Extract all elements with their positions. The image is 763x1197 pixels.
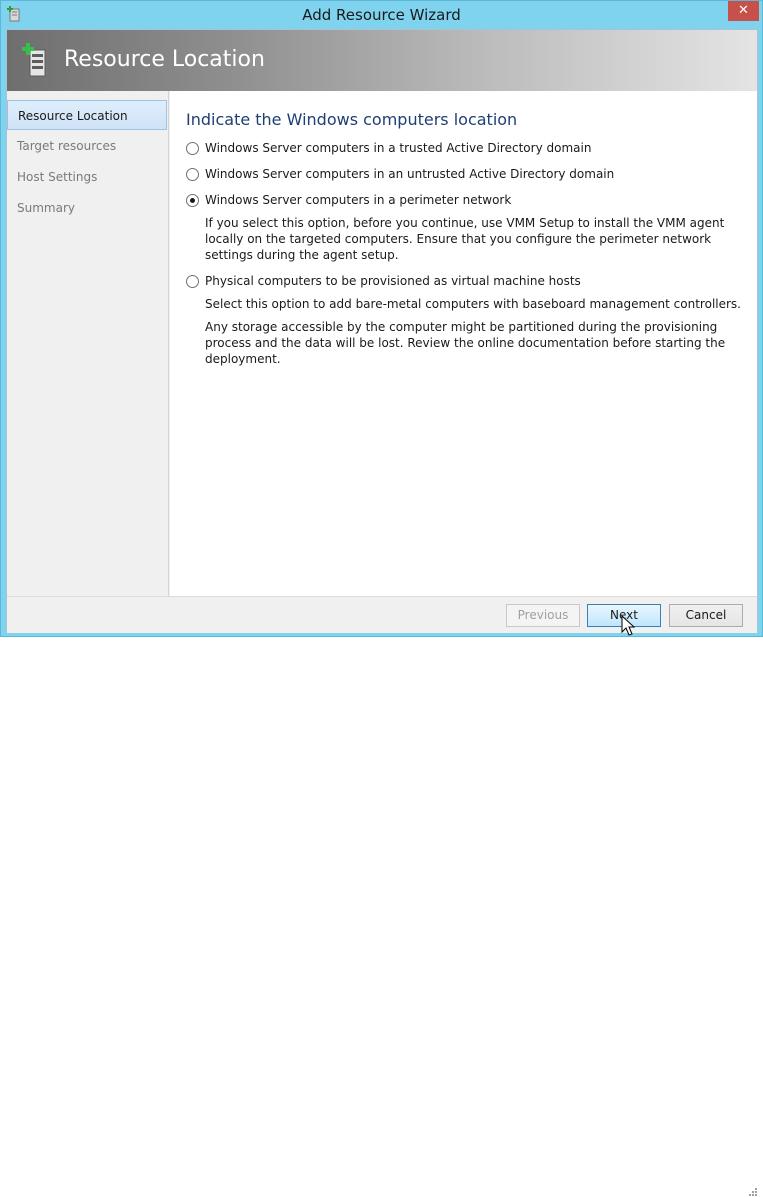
perimeter-description: If you select this option, before you co… — [205, 216, 725, 262]
option-label: Windows Server computers in a trusted Ac… — [205, 141, 592, 155]
wizard-client-area: Resource Location Resource Location Targ… — [6, 29, 758, 1196]
wizard-step-nav: Resource Location Target resources Host … — [7, 91, 169, 596]
nav-step-summary[interactable]: Summary — [17, 201, 75, 219]
resize-grip-icon[interactable] — [748, 1187, 758, 1197]
radio-button[interactable] — [186, 142, 199, 155]
title-bar[interactable]: Add Resource Wizard ✕ — [1, 1, 762, 28]
button-bar: Previous Next Cancel — [7, 596, 757, 1196]
nav-step-host-settings[interactable]: Host Settings — [17, 170, 97, 188]
radio-button[interactable] — [186, 275, 199, 288]
nav-step-target-resources[interactable]: Target resources — [17, 139, 116, 157]
radio-button[interactable] — [186, 168, 199, 181]
close-button[interactable]: ✕ — [728, 1, 759, 21]
option-label: Windows Server computers in a perimeter … — [205, 193, 512, 207]
nav-step-resource-location[interactable]: Resource Location — [7, 100, 167, 130]
wizard-window: Add Resource Wizard ✕ Resource Location … — [0, 0, 763, 1196]
option-label: Physical computers to be provisioned as … — [205, 274, 581, 288]
server-add-icon — [22, 43, 46, 77]
radio-button-selected[interactable] — [186, 194, 199, 207]
option-label: Windows Server computers in an untrusted… — [205, 167, 615, 181]
window-title: Add Resource Wizard — [302, 6, 461, 24]
previous-button[interactable]: Previous — [506, 604, 580, 627]
cancel-button[interactable]: Cancel — [669, 604, 743, 627]
physical-warning: Any storage accessible by the computer m… — [205, 320, 726, 366]
mouse-cursor-icon — [621, 615, 636, 636]
physical-description: Select this option to add bare-metal com… — [205, 297, 741, 311]
page-title: Resource Location — [64, 47, 265, 72]
section-heading: Indicate the Windows computers location — [186, 110, 518, 129]
header-banner: Resource Location — [7, 30, 757, 91]
step-content: Indicate the Windows computers location … — [170, 91, 757, 596]
close-icon: ✕ — [738, 3, 749, 18]
